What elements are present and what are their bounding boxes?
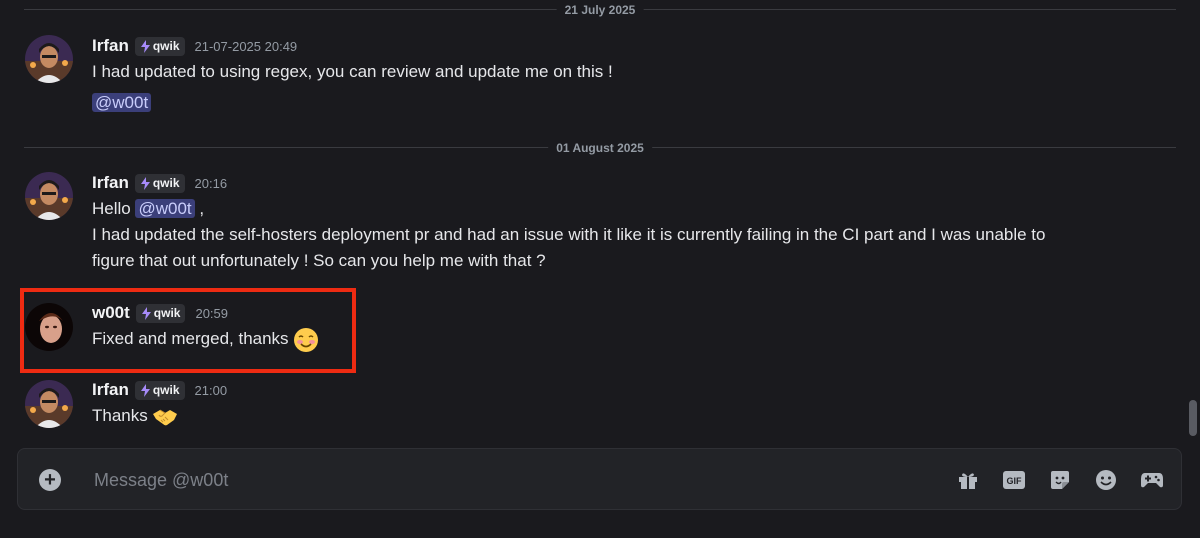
date-divider-label: 01 August 2025 [548,141,652,155]
svg-text:GIF: GIF [1007,476,1023,486]
message-text: figure that out unfortunately ! So can y… [92,251,546,270]
message-input[interactable] [92,449,916,511]
message-text: I had updated to using regex, you can re… [92,62,613,81]
author-name[interactable]: Irfan [92,173,129,193]
message-text: Hello @w00t , [92,196,204,222]
message-header: Irfan qwik 21:00 [92,380,227,400]
date-divider: 01 August 2025 [24,141,1176,155]
comma-text: , [199,199,205,218]
message-text: I had updated the self-hosters deploymen… [92,225,1046,244]
user-mention[interactable]: @w00t [135,199,195,218]
server-tag[interactable]: qwik [134,36,185,56]
server-tag-label: qwik [152,383,180,397]
message-body: Thanks [92,406,148,425]
games-icon[interactable] [1139,467,1165,493]
message-mention-line: @w00t [92,90,152,116]
server-tag[interactable]: qwik [134,380,185,400]
gift-icon[interactable] [955,467,981,493]
composer-tools: GIF [955,467,1165,493]
date-divider: 21 July 2025 [24,3,1176,17]
gif-icon[interactable]: GIF [1001,467,1027,493]
message-composer: + GIF [17,448,1182,511]
emoji-icon[interactable] [1093,467,1119,493]
avatar[interactable] [25,380,73,428]
lightning-icon [140,383,150,397]
author-name[interactable]: Irfan [92,36,129,56]
avatar[interactable] [25,172,73,220]
message-timestamp: 20:16 [194,175,228,191]
lightning-icon [140,176,150,190]
server-tag-label: qwik [152,176,180,190]
message-header: Irfan qwik 20:16 [92,173,227,193]
scrollbar-thumb[interactable] [1189,400,1197,436]
server-tag[interactable]: qwik [134,173,185,193]
sticker-icon[interactable] [1047,467,1073,493]
highlight-box [20,288,356,373]
greeting-text: Hello [92,199,131,218]
server-tag-label: qwik [152,39,180,53]
message-text: Thanks [92,403,178,429]
add-attachment-icon[interactable]: + [39,469,61,491]
message-timestamp: 21:00 [194,382,228,398]
lightning-icon [140,39,150,53]
message-header: Irfan qwik 21-07-2025 20:49 [92,36,297,56]
avatar[interactable] [25,35,73,83]
author-name[interactable]: Irfan [92,380,129,400]
user-mention[interactable]: @w00t [92,93,152,112]
message-timestamp: 21-07-2025 20:49 [194,38,298,54]
handshake-icon [153,409,178,425]
date-divider-label: 21 July 2025 [556,3,644,17]
